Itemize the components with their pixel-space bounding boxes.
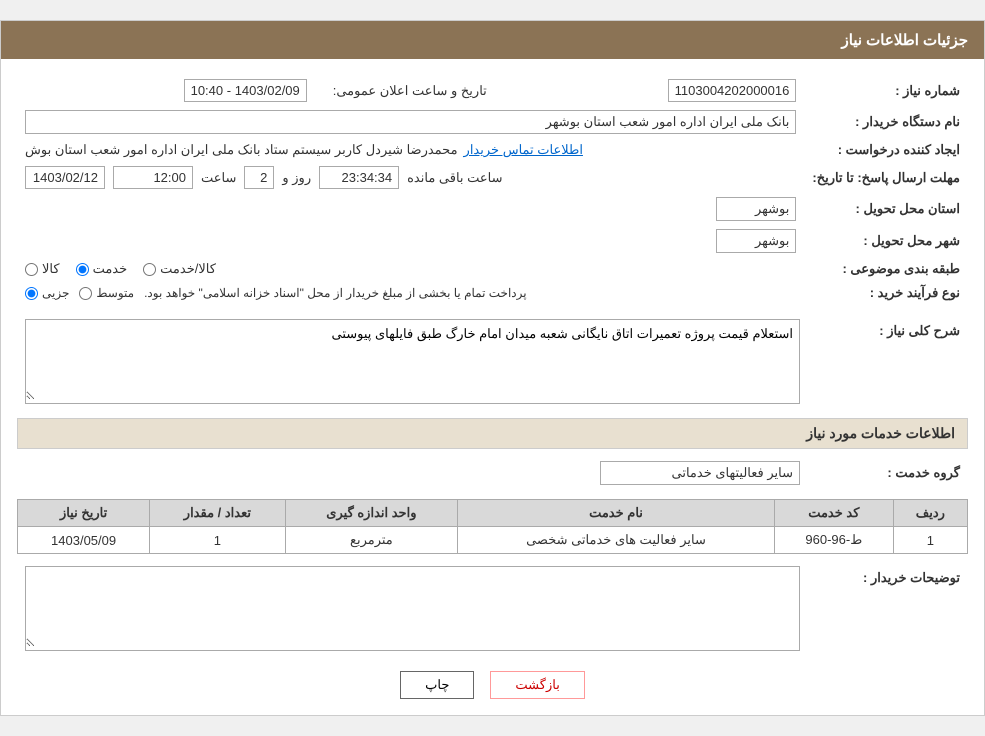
category-kala-khedmat-label: کالا/خدمت [160, 261, 216, 277]
remaining-label: ساعت باقی مانده [407, 170, 502, 186]
delivery-province-label: استان محل تحویل : [804, 193, 968, 225]
button-row: بازگشت چاپ [17, 671, 968, 699]
page-wrapper: جزئیات اطلاعات نیاز شماره نیاز : 1103004… [0, 20, 985, 716]
general-desc-textarea[interactable] [26, 320, 799, 400]
requester-label: ایجاد کننده درخواست : [804, 138, 968, 162]
requester-value: اطلاعات تماس خریدار محمدرضا شیردل کاربر … [17, 138, 804, 162]
delivery-city-label: شهر محل تحویل : [804, 225, 968, 257]
remaining-time-box: 23:34:34 [319, 166, 399, 189]
announcement-date-box: 1403/02/09 - 10:40 [184, 79, 307, 102]
delivery-province-box: بوشهر [716, 197, 796, 221]
cell-quantity: 1 [150, 527, 286, 554]
col-need-date: تاریخ نیاز [18, 500, 150, 527]
page-content: شماره نیاز : 1103004202000016 تاریخ و سا… [1, 59, 984, 715]
purchase-type-label: نوع فرآیند خرید : [804, 281, 968, 305]
deadline-date-box: 1403/02/12 [25, 166, 105, 189]
back-button[interactable]: بازگشت [490, 671, 584, 699]
services-table: ردیف کد خدمت نام خدمت واحد اندازه گیری ت… [17, 499, 968, 554]
category-kala-radio[interactable] [25, 263, 38, 276]
category-khedmat-label: خدمت [93, 261, 128, 277]
announcement-date-label: تاریخ و ساعت اعلان عمومی: [315, 75, 495, 106]
purchase-type-jozi-label: جزیی [42, 286, 69, 300]
cell-unit: مترمربع [285, 527, 457, 554]
cell-service-name: سایر فعالیت های خدماتی شخصی [458, 527, 775, 554]
purchase-type-note: پرداخت تمام یا بخشی از مبلغ خریدار از مح… [144, 286, 527, 300]
general-desc-wrapper [25, 319, 800, 404]
time-label: ساعت [201, 170, 236, 186]
table-row: 1 ط-96-960 سایر فعالیت های خدماتی شخصی م… [18, 527, 968, 554]
buyer-desc-textarea[interactable] [26, 567, 799, 647]
info-table: شماره نیاز : 1103004202000016 تاریخ و سا… [17, 75, 968, 305]
buyer-desc-table: توضیحات خریدار : [17, 562, 968, 655]
purchase-type-jozi-radio[interactable] [25, 287, 38, 300]
category-value: کالا/خدمت خدمت کالا [17, 257, 804, 281]
category-kala-khedmat[interactable]: کالا/خدمت [143, 261, 216, 277]
purchase-type-jozi[interactable]: جزیی [25, 286, 69, 300]
category-label: طبقه بندی موضوعی : [804, 257, 968, 281]
days-box: 2 [244, 166, 274, 189]
print-button[interactable]: چاپ [400, 671, 474, 699]
category-khedmat-radio[interactable] [76, 263, 89, 276]
need-number-label: شماره نیاز : [804, 75, 968, 106]
purchase-type-motavaset-label: متوسط [96, 286, 134, 300]
category-kala-label: کالا [42, 261, 60, 277]
buyer-org-box: بانک ملی ایران اداره امور شعب استان بوشه… [25, 110, 796, 134]
purchase-type-value: پرداخت تمام یا بخشی از مبلغ خریدار از مح… [17, 281, 804, 305]
col-service-code: کد خدمت [774, 500, 893, 527]
general-desc-table: شرح کلی نیاز : [17, 315, 968, 408]
buyer-desc-label: توضیحات خریدار : [808, 562, 968, 655]
day-label: روز و [282, 170, 311, 186]
col-quantity: تعداد / مقدار [150, 500, 286, 527]
buyer-org-label: نام دستگاه خریدار : [804, 106, 968, 138]
cell-service-code: ط-96-960 [774, 527, 893, 554]
purchase-type-motavaset-radio[interactable] [79, 287, 92, 300]
category-kala-khedmat-radio[interactable] [143, 263, 156, 276]
page-header: جزئیات اطلاعات نیاز [1, 21, 984, 59]
deadline-time-box: 12:00 [113, 166, 193, 189]
cell-row-num: 1 [893, 527, 967, 554]
cell-need-date: 1403/05/09 [18, 527, 150, 554]
requester-contact-link[interactable]: اطلاعات تماس خریدار [464, 142, 583, 158]
services-section-title: اطلاعات خدمات مورد نیاز [17, 418, 968, 449]
delivery-province-value: بوشهر [17, 193, 804, 225]
col-row-num: ردیف [893, 500, 967, 527]
service-group-table: گروه خدمت : سایر فعالیتهای خدماتی [17, 457, 968, 489]
buyer-desc-wrapper [25, 566, 800, 651]
requester-name: محمدرضا شیردل کاربر سیستم ستاد بانک ملی … [25, 142, 458, 158]
page-title: جزئیات اطلاعات نیاز [842, 32, 969, 49]
delivery-city-value: بوشهر [17, 225, 804, 257]
send-deadline-label: مهلت ارسال پاسخ: تا تاریخ: [804, 162, 968, 193]
category-khedmat[interactable]: خدمت [76, 261, 128, 277]
need-number-box: 1103004202000016 [668, 79, 797, 102]
purchase-type-motavaset[interactable]: متوسط [79, 286, 134, 300]
service-group-value: سایر فعالیتهای خدماتی [17, 457, 808, 489]
buyer-desc-value [17, 562, 808, 655]
send-deadline-value: ساعت باقی مانده 23:34:34 روز و 2 ساعت 12… [17, 162, 804, 193]
service-group-label: گروه خدمت : [808, 457, 968, 489]
col-service-name: نام خدمت [458, 500, 775, 527]
announcement-date-value: 1403/02/09 - 10:40 [17, 75, 315, 106]
delivery-city-box: بوشهر [716, 229, 796, 253]
need-number-value: 1103004202000016 [495, 75, 805, 106]
category-kala[interactable]: کالا [25, 261, 60, 277]
general-desc-label: شرح کلی نیاز : [808, 315, 968, 408]
buyer-org-value: بانک ملی ایران اداره امور شعب استان بوشه… [17, 106, 804, 138]
service-group-box: سایر فعالیتهای خدماتی [600, 461, 800, 485]
col-unit: واحد اندازه گیری [285, 500, 457, 527]
general-desc-value [17, 315, 808, 408]
